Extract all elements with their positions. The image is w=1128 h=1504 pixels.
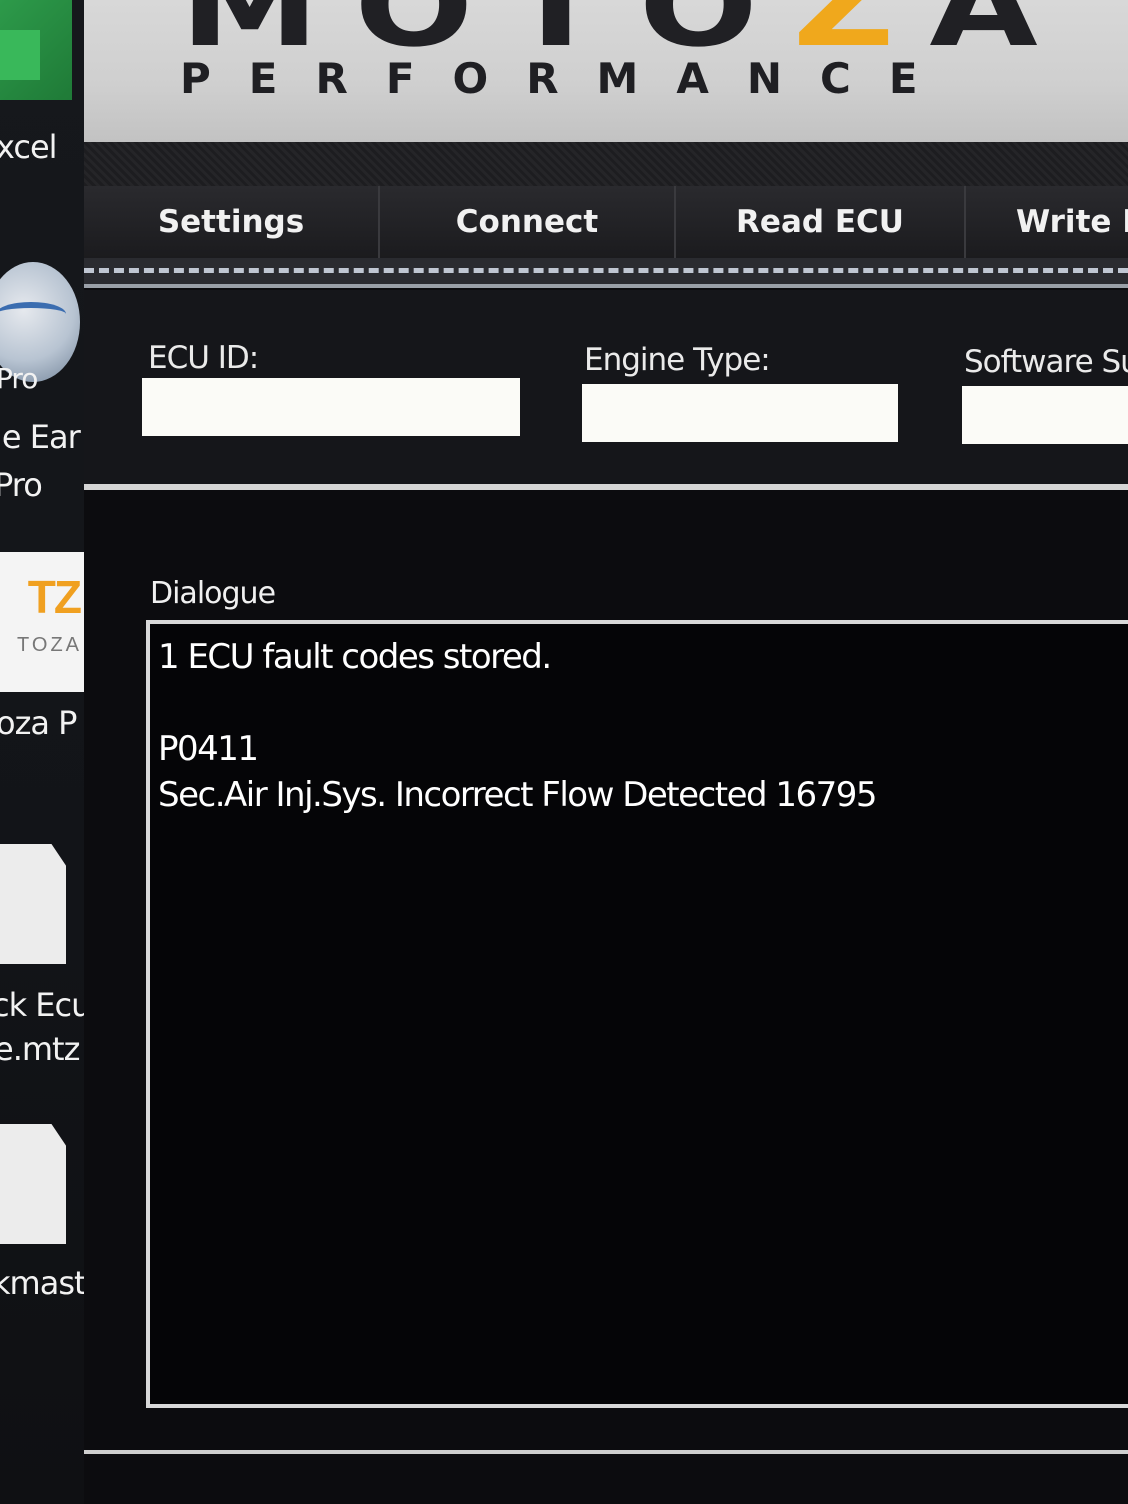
motoza-shortcut-label: oza P — [0, 704, 77, 742]
leather-texture-strip — [84, 142, 1128, 186]
excel-shortcut-icon[interactable] — [0, 0, 72, 100]
brand-banner: MOTOZA PERFORMANCE — [84, 0, 1128, 142]
write-ecu-button[interactable]: Write E — [966, 186, 1128, 258]
motoza-app-window: MOTOZA PERFORMANCE Settings Connect Read… — [84, 0, 1128, 1504]
motoza-shortcut-icon[interactable]: TZ TOZA — [0, 552, 84, 692]
settings-button[interactable]: Settings — [84, 186, 380, 258]
software-label: Software Su — [964, 344, 1128, 380]
stitch-divider — [84, 258, 1128, 288]
blank-file-icon[interactable] — [0, 1124, 66, 1244]
dialogue-line-fault-code: P0411 — [158, 729, 259, 769]
ear-pro-badge-label: Pro — [0, 362, 38, 395]
motoza-logo-sub: TOZA — [17, 634, 82, 656]
dialogue-section: Dialogue 1 ECU fault codes stored. P0411… — [84, 490, 1128, 1504]
ecu-file-label: ck Ecu — [0, 986, 84, 1024]
dialogue-output-box[interactable]: 1 ECU fault codes stored. P0411 Sec.Air … — [146, 620, 1128, 1408]
ecu-id-label: ECU ID: — [148, 340, 259, 376]
dialogue-line-fault-description: Sec.Air Inj.Sys. Incorrect Flow Detected… — [158, 775, 878, 815]
brand-subtitle: PERFORMANCE — [180, 54, 956, 103]
ear-pro-shortcut-label-line2: Pro — [0, 466, 43, 504]
software-field[interactable] — [962, 386, 1128, 444]
engine-type-label: Engine Type: — [584, 342, 771, 378]
ecu-id-field[interactable] — [142, 378, 520, 436]
read-ecu-button[interactable]: Read ECU — [676, 186, 966, 258]
ecu-info-panel: ECU ID: Engine Type: Software Su — [84, 290, 1128, 486]
main-toolbar: Settings Connect Read ECU Write E — [84, 186, 1128, 258]
ear-pro-shortcut-label: le Ear — [0, 418, 81, 456]
desktop-strip: xcel Pro le Ear Pro TZ TOZA oza P ck Ecu… — [0, 0, 84, 1504]
excel-shortcut-label: xcel — [0, 128, 58, 166]
motoza-logo-letters: TZ — [27, 571, 82, 623]
connect-button[interactable]: Connect — [380, 186, 676, 258]
ecu-file-label-line2: e.mtz — [0, 1030, 80, 1068]
blank-file-label: kmaste — [0, 1264, 84, 1302]
bottom-divider — [84, 1450, 1128, 1454]
ecu-file-icon[interactable] — [0, 844, 66, 964]
dialogue-line-blank — [158, 680, 1120, 726]
dialogue-label: Dialogue — [150, 576, 276, 611]
dialogue-line-status: 1 ECU fault codes stored. — [158, 637, 552, 677]
engine-type-field[interactable] — [582, 384, 898, 442]
